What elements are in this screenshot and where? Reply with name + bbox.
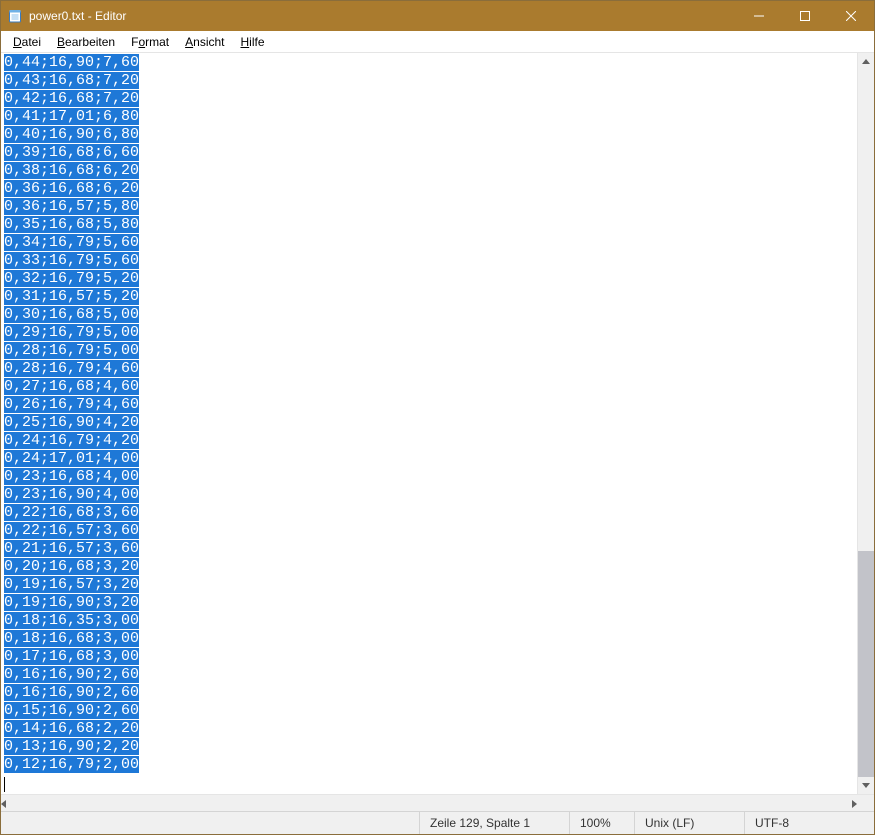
status-zoom: 100% (569, 812, 634, 834)
app-notepad-icon (7, 8, 23, 24)
text-line[interactable]: 0,13;16,90;2,20 (4, 738, 854, 756)
text-line[interactable]: 0,31;16,57;5,20 (4, 288, 854, 306)
text-line[interactable]: 0,23;16,68;4,00 (4, 468, 854, 486)
text-line[interactable]: 0,35;16,68;5,80 (4, 216, 854, 234)
horizontal-scrollbar[interactable] (1, 794, 874, 811)
text-line[interactable]: 0,15;16,90;2,60 (4, 702, 854, 720)
text-line[interactable]: 0,44;16,90;7,60 (4, 54, 854, 72)
text-line[interactable]: 0,30;16,68;5,00 (4, 306, 854, 324)
menu-edit[interactable]: Bearbeiten (49, 33, 123, 51)
vertical-scrollbar[interactable] (857, 53, 874, 794)
maximize-button[interactable] (782, 1, 828, 31)
text-line[interactable]: 0,28;16,79;5,00 (4, 342, 854, 360)
text-line[interactable]: 0,16;16,90;2,60 (4, 666, 854, 684)
menu-help[interactable]: Hilfe (233, 33, 273, 51)
text-line[interactable]: 0,24;17,01;4,00 (4, 450, 854, 468)
menu-format[interactable]: Format (123, 33, 177, 51)
menu-file[interactable]: Datei (5, 33, 49, 51)
close-button[interactable] (828, 1, 874, 31)
text-line[interactable]: 0,24;16,79;4,20 (4, 432, 854, 450)
text-line[interactable]: 0,39;16,68;6,60 (4, 144, 854, 162)
text-line[interactable]: 0,43;16,68;7,20 (4, 72, 854, 90)
menubar: Datei Bearbeiten Format Ansicht Hilfe (1, 31, 874, 53)
statusbar: Zeile 129, Spalte 1 100% Unix (LF) UTF-8 (1, 811, 874, 834)
text-line[interactable]: 0,26;16,79;4,60 (4, 396, 854, 414)
text-line[interactable]: 0,18;16,35;3,00 (4, 612, 854, 630)
text-line[interactable]: 0,19;16,57;3,20 (4, 576, 854, 594)
text-line[interactable]: 0,29;16,79;5,00 (4, 324, 854, 342)
text-line[interactable]: 0,20;16,68;3,20 (4, 558, 854, 576)
scroll-down-button[interactable] (858, 777, 874, 794)
text-line[interactable]: 0,12;16,79;2,00 (4, 756, 854, 774)
text-line[interactable]: 0,22;16,68;3,60 (4, 504, 854, 522)
menu-view[interactable]: Ansicht (177, 33, 232, 51)
text-line[interactable]: 0,34;16,79;5,60 (4, 234, 854, 252)
vertical-scroll-thumb[interactable] (858, 551, 874, 777)
text-line[interactable]: 0,17;16,68;3,00 (4, 648, 854, 666)
text-line[interactable]: 0,21;16,57;3,60 (4, 540, 854, 558)
status-cursor-position: Zeile 129, Spalte 1 (419, 812, 569, 834)
text-line[interactable]: 0,25;16,90;4,20 (4, 414, 854, 432)
text-line[interactable]: 0,27;16,68;4,60 (4, 378, 854, 396)
status-line-ending: Unix (LF) (634, 812, 744, 834)
cursor-line[interactable] (4, 774, 854, 792)
window-title: power0.txt - Editor (29, 9, 736, 23)
text-line[interactable]: 0,33;16,79;5,60 (4, 252, 854, 270)
text-line[interactable]: 0,16;16,90;2,60 (4, 684, 854, 702)
text-line[interactable]: 0,23;16,90;4,00 (4, 486, 854, 504)
text-line[interactable]: 0,19;16,90;3,20 (4, 594, 854, 612)
status-encoding: UTF-8 (744, 812, 874, 834)
titlebar[interactable]: power0.txt - Editor (1, 1, 874, 31)
text-line[interactable]: 0,22;16,57;3,60 (4, 522, 854, 540)
window-controls (736, 1, 874, 31)
text-line[interactable]: 0,40;16,90;6,80 (4, 126, 854, 144)
text-line[interactable]: 0,36;16,57;5,80 (4, 198, 854, 216)
text-line[interactable]: 0,38;16,68;6,20 (4, 162, 854, 180)
text-line[interactable]: 0,32;16,79;5,20 (4, 270, 854, 288)
vertical-scroll-track[interactable] (858, 70, 874, 777)
status-spacer (1, 812, 419, 834)
horizontal-scroll-track[interactable] (6, 795, 852, 811)
text-editor[interactable]: 0,44;16,90;7,600,43;16,68;7,200,42;16,68… (1, 53, 857, 794)
text-line[interactable]: 0,36;16,68;6,20 (4, 180, 854, 198)
text-line[interactable]: 0,42;16,68;7,20 (4, 90, 854, 108)
minimize-button[interactable] (736, 1, 782, 31)
scroll-up-button[interactable] (858, 53, 874, 70)
text-line[interactable]: 0,18;16,68;3,00 (4, 630, 854, 648)
text-line[interactable]: 0,41;17,01;6,80 (4, 108, 854, 126)
text-line[interactable]: 0,28;16,79;4,60 (4, 360, 854, 378)
scrollbar-corner (857, 795, 874, 811)
editor-area: 0,44;16,90;7,600,43;16,68;7,200,42;16,68… (1, 53, 874, 794)
text-line[interactable]: 0,14;16,68;2,20 (4, 720, 854, 738)
